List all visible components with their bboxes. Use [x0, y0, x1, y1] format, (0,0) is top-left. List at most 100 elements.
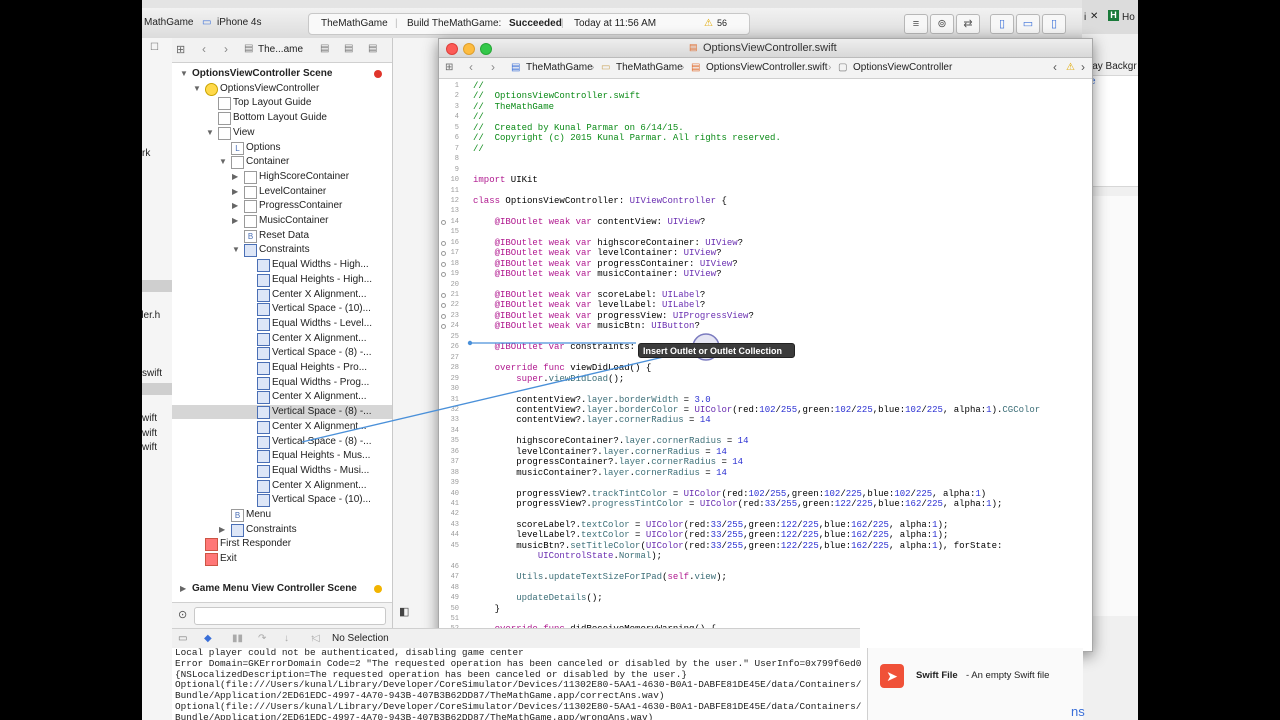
close-button[interactable]	[446, 43, 458, 55]
outline-row[interactable]: ▼ Container	[172, 155, 392, 170]
code-line[interactable]: 6 // Copyright (c) 2015 Kunal Parmar. All…	[439, 133, 1092, 144]
code-line[interactable]: 45 musicBtn?.setTitleColor(UIColor(red:3…	[439, 541, 1092, 552]
hide-debug-icon[interactable]: ▭	[178, 633, 187, 644]
grid-icon[interactable]: ⊞	[445, 62, 453, 73]
outline-row[interactable]: ▼ OptionsViewController	[172, 82, 392, 96]
code-line[interactable]: 35 highscoreContainer?.layer.cornerRadiu…	[439, 436, 1092, 447]
nav-fragment-3[interactable]: swift	[142, 368, 162, 379]
code-line[interactable]: 51	[439, 614, 1092, 625]
outline-filter-input[interactable]	[194, 607, 386, 625]
code-line[interactable]: 34	[439, 426, 1092, 437]
outline-row[interactable]: Center X Alignment...	[172, 390, 392, 405]
chevron-right-icon[interactable]: ›	[1081, 60, 1085, 74]
disclosure-open-icon[interactable]: ▼	[206, 126, 214, 140]
code-line[interactable]: 19 @IBOutlet weak var musicContainer: UI…	[439, 269, 1092, 280]
warning-icon[interactable]: ⚠	[704, 18, 713, 29]
disclosure-open-icon[interactable]: ▼	[180, 67, 188, 81]
code-line[interactable]: UIControlState.Normal);	[439, 551, 1092, 562]
zoom-button[interactable]	[480, 43, 492, 55]
code-line[interactable]: 36 levelContainer?.layer.cornerRadius = …	[439, 447, 1092, 458]
outline-row[interactable]: Vertical Space - (8) -...	[172, 346, 392, 361]
editor-version-button[interactable]: ⇄	[956, 14, 980, 34]
code-line[interactable]: 16 @IBOutlet weak var highscoreContainer…	[439, 238, 1092, 249]
nav-fragment-1[interactable]: rk	[142, 148, 150, 159]
pause-icon[interactable]: ▮▮	[232, 633, 243, 644]
nav-fragment-4[interactable]: wift	[142, 413, 157, 424]
code-line[interactable]: 25	[439, 332, 1092, 343]
outline-row[interactable]: Equal Widths - Musi...	[172, 464, 392, 478]
nav-fragment-5[interactable]: wift	[142, 428, 157, 439]
scheme-selector[interactable]: MathGame	[144, 17, 193, 28]
code-line[interactable]: 12 class OptionsViewController: UIViewCon…	[439, 196, 1092, 207]
step-over-icon[interactable]: ↷	[258, 633, 266, 644]
code-line[interactable]: 30	[439, 384, 1092, 395]
browser-tab-2[interactable]: Ho	[1122, 12, 1135, 23]
outline-row[interactable]: Equal Widths - Level...	[172, 317, 392, 331]
outline-row[interactable]: ▶ LevelContainer	[172, 185, 392, 199]
outline-row[interactable]: ▶ Game Menu View Controller Scene	[172, 582, 392, 596]
code-line[interactable]: 43 scoreLabel?.textColor = UIColor(red:3…	[439, 520, 1092, 531]
minimize-button[interactable]	[463, 43, 475, 55]
code-line[interactable]: 8	[439, 154, 1092, 165]
outline-row[interactable]: Equal Heights - High...	[172, 273, 392, 287]
code-line[interactable]: 29 super.viewDidLoad();	[439, 374, 1092, 385]
outline-row[interactable]: ▶ HighScoreContainer	[172, 170, 392, 184]
utilities-toggle-button[interactable]: ▯	[1042, 14, 1066, 34]
editor-standard-button[interactable]: ≡	[904, 14, 928, 34]
outline-crumb[interactable]: The...ame	[258, 44, 303, 55]
navigator-toggle-button[interactable]: ▯	[990, 14, 1014, 34]
outline-row[interactable]: Center X Alignment...	[172, 332, 392, 346]
warning-icon[interactable]: ⚠	[1066, 62, 1075, 73]
outline-row[interactable]: Equal Heights - Pro...	[172, 361, 392, 375]
code-line[interactable]: 20	[439, 280, 1092, 291]
code-line[interactable]: 48	[439, 583, 1092, 594]
code-line[interactable]: 18 @IBOutlet weak var progressContainer:…	[439, 259, 1092, 270]
outline-row[interactable]: Center X Alignment...	[172, 420, 392, 434]
code-line[interactable]: 17 @IBOutlet weak var levelContainer: UI…	[439, 248, 1092, 259]
code-line[interactable]: 28 override func viewDidLoad() {	[439, 363, 1092, 374]
outline-row[interactable]: Equal Heights - Mus...	[172, 449, 392, 464]
disclosure-closed-icon[interactable]: ▶	[219, 523, 225, 537]
jump-project[interactable]: TheMathGame	[526, 62, 593, 73]
outline-row[interactable]: B Reset Data	[172, 229, 392, 243]
jump-symbol[interactable]: OptionsViewController	[853, 62, 952, 73]
code-line[interactable]: 2 // OptionsViewController.swift	[439, 91, 1092, 102]
code-line[interactable]: 42	[439, 509, 1092, 520]
device-selector[interactable]: iPhone 4s	[217, 17, 261, 28]
nav-filter-icon[interactable]: ☐	[150, 42, 159, 53]
outline-row[interactable]: Equal Widths - High...	[172, 258, 392, 273]
code-line[interactable]: 46	[439, 562, 1092, 573]
code-area[interactable]: 1 // 2 // OptionsViewController.swift 3 // Th…	[439, 79, 1092, 651]
code-line[interactable]: 10 import UIKit	[439, 175, 1092, 186]
outline-row[interactable]: Center X Alignment...	[172, 479, 392, 493]
step-in-icon[interactable]: ↓	[284, 633, 289, 644]
outline-row[interactable]: Bottom Layout Guide	[172, 111, 392, 126]
debug-toggle-button[interactable]: ▭	[1016, 14, 1040, 34]
nav-fragment-2[interactable]: der.h	[142, 310, 160, 321]
jump-group[interactable]: TheMathGame	[616, 62, 683, 73]
code-line[interactable]: 24 @IBOutlet weak var musicBtn: UIButton…	[439, 321, 1092, 332]
outline-row[interactable]: ▼ View	[172, 126, 392, 140]
outline-row[interactable]: ▼ Constraints	[172, 243, 392, 258]
canvas-panel-icon[interactable]: ◧	[399, 605, 409, 618]
outline-row[interactable]: Vertical Space - (10)...	[172, 302, 392, 317]
code-line[interactable]: 4 //	[439, 112, 1092, 123]
chevron-left-icon[interactable]: ‹	[1053, 60, 1057, 74]
disclosure-closed-icon[interactable]: ▶	[232, 199, 238, 213]
console-output[interactable]: Local player could not be authenticated,…	[172, 648, 867, 720]
code-line[interactable]: 23 @IBOutlet weak var progressView: UIPr…	[439, 311, 1092, 322]
outline-row[interactable]: L Options	[172, 141, 392, 155]
outline-row[interactable]: Exit	[172, 552, 392, 567]
outline-row[interactable]: Vertical Space - (8) -...	[172, 405, 392, 420]
outline-row[interactable]: ▶ ProgressContainer	[172, 199, 392, 214]
code-line[interactable]: 11	[439, 186, 1092, 197]
forward-icon[interactable]: ›	[224, 42, 228, 56]
warning-count[interactable]: 56	[717, 18, 727, 28]
disclosure-closed-icon[interactable]: ▶	[232, 185, 238, 199]
code-line[interactable]: 1 //	[439, 81, 1092, 92]
outline-row[interactable]: Equal Widths - Prog...	[172, 376, 392, 390]
location-icon[interactable]: ◁	[312, 633, 320, 644]
outline-row[interactable]	[172, 567, 392, 581]
code-line[interactable]: 21 @IBOutlet weak var scoreLabel: UILabe…	[439, 290, 1092, 301]
outline-row[interactable]: Center X Alignment...	[172, 288, 392, 302]
